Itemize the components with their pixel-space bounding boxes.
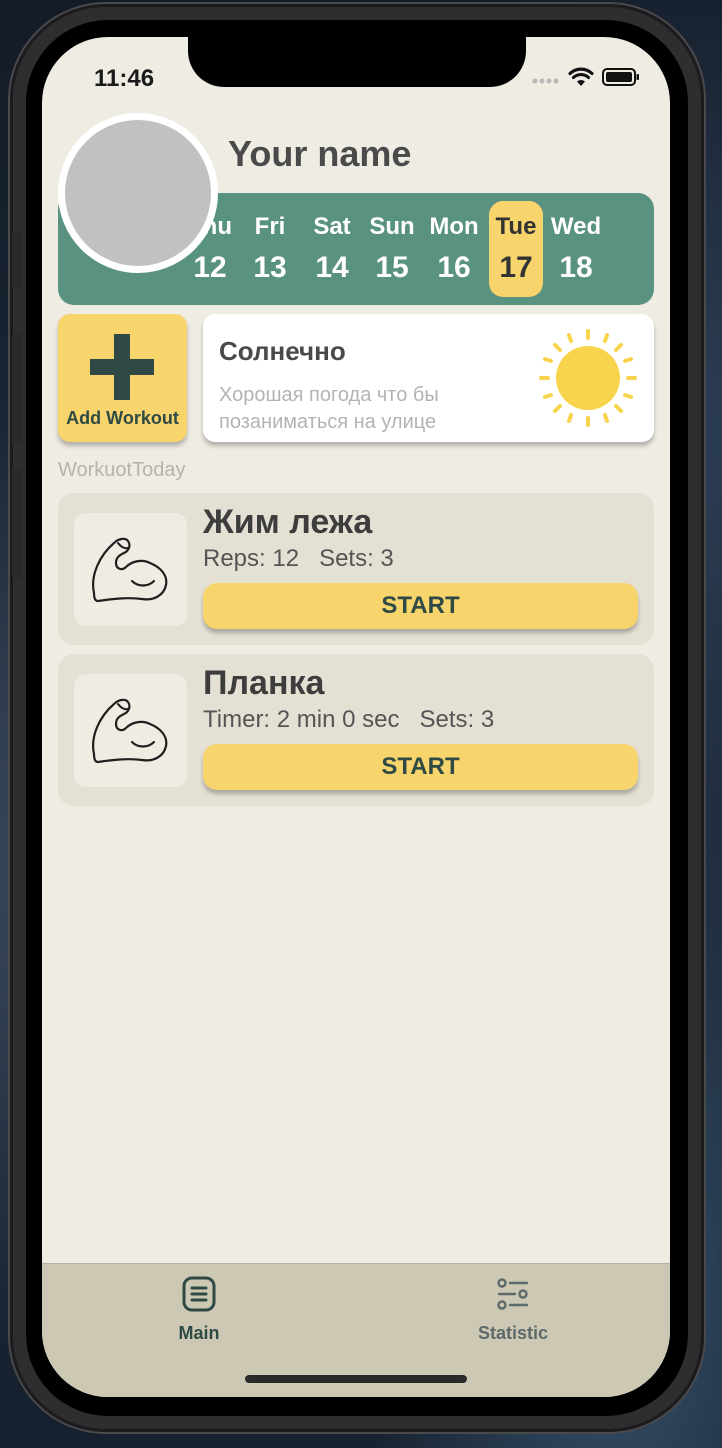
day-sun[interactable]: Sun 15 (365, 201, 419, 297)
day-tue[interactable]: Tue 17 (489, 201, 543, 297)
cellular-signal-icon (532, 70, 560, 89)
add-workout-label: Add Workout (66, 408, 179, 428)
workout-thumbnail (74, 674, 187, 787)
status-time: 11:46 (94, 65, 155, 92)
tab-statistic-label: Statistic (477, 1323, 549, 1343)
list-document-icon (182, 1276, 216, 1316)
day-name: Sat (313, 213, 351, 240)
weather-card: Солнечно Хорошая погода что бы позанимат… (203, 314, 654, 442)
day-date: 14 (315, 251, 349, 284)
volume-down-button (12, 468, 22, 578)
day-date: 16 (437, 251, 471, 284)
workout-details: Timer: 2 min 0 sec Sets: 3 (203, 706, 495, 733)
workout-title: Жим лежа (203, 503, 373, 541)
day-name: Fri (254, 213, 286, 240)
workout-card: Жим лежа Reps: 12 Sets: 3 START (58, 493, 654, 645)
day-name: Mon (429, 213, 479, 240)
tab-main[interactable]: Main (119, 1276, 279, 1344)
tab-main-label: Main (178, 1323, 220, 1343)
app-screen: 11:46 Thu12Fri13Sat14Su (42, 37, 670, 1397)
tab-statistic[interactable]: Statistic (433, 1276, 593, 1344)
day-mon[interactable]: Mon 16 (427, 201, 481, 297)
notch (188, 37, 526, 87)
day-wed[interactable]: Wed 18 (549, 201, 603, 297)
day-sat[interactable]: Sat 14 (305, 201, 359, 297)
day-name: Sun (369, 213, 415, 240)
workout-card: Планка Timer: 2 min 0 sec Sets: 3 START (58, 654, 654, 806)
add-workout-button[interactable]: Add Workout (58, 314, 187, 442)
status-icons (532, 67, 640, 92)
day-name: Tue (495, 213, 537, 240)
plus-icon-bar (90, 359, 154, 375)
workout-details: Reps: 12 Sets: 3 (203, 545, 394, 572)
day-name: Wed (550, 213, 602, 240)
day-date: 18 (559, 251, 593, 284)
workout-title: Планка (203, 664, 325, 702)
mute-switch (12, 232, 22, 288)
battery-icon (602, 67, 640, 92)
home-indicator[interactable] (245, 1375, 467, 1383)
workout-thumbnail (74, 513, 187, 626)
avatar[interactable] (58, 113, 218, 273)
volume-up-button (12, 334, 22, 444)
day-date: 12 (193, 251, 227, 284)
sun-icon (538, 328, 638, 428)
day-fri[interactable]: Fri 13 (243, 201, 297, 297)
day-date: 15 (375, 251, 409, 284)
section-title: WorkuotToday (58, 459, 186, 481)
sliders-icon (496, 1278, 530, 1316)
weather-title: Солнечно (219, 336, 346, 366)
weather-description: Хорошая погода что бы позаниматься на ул… (219, 384, 439, 433)
day-date: 17 (499, 251, 533, 284)
user-name: Your name (228, 133, 412, 174)
start-button[interactable]: START (203, 744, 638, 790)
start-button[interactable]: START (203, 583, 638, 629)
wifi-icon (568, 67, 594, 92)
day-date: 13 (253, 251, 287, 284)
